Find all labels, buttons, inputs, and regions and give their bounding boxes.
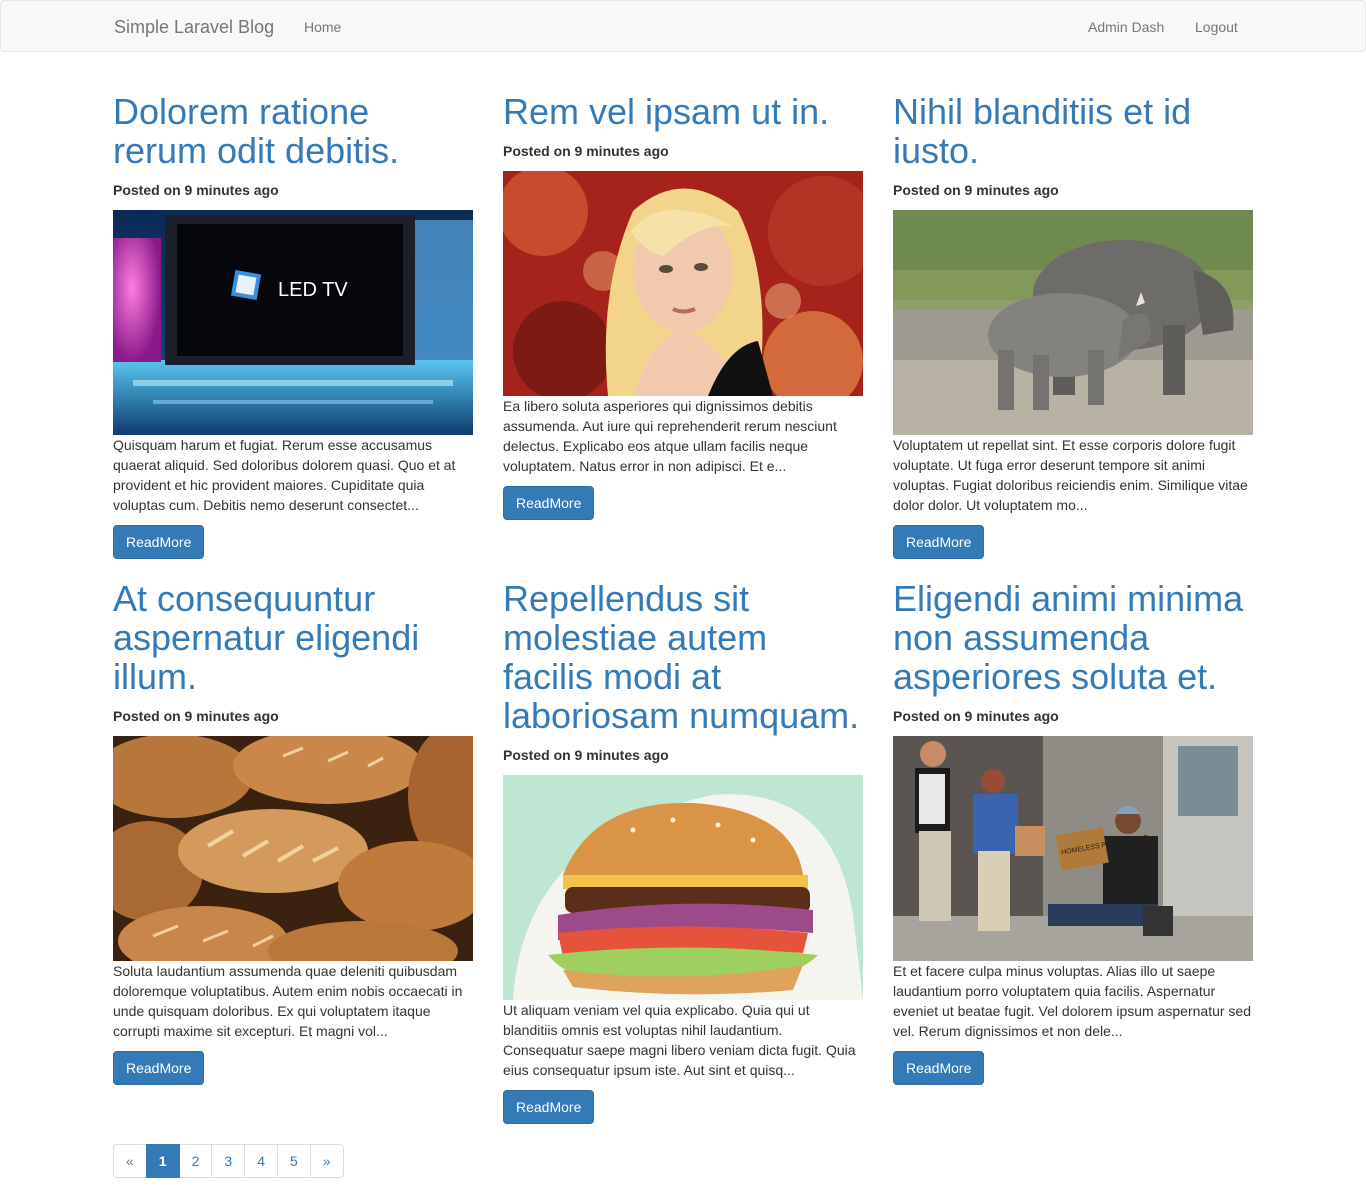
post-excerpt: Voluptatem ut repellat sint. Et esse cor… (893, 437, 1248, 513)
pagination-page-3[interactable]: 3 (211, 1144, 246, 1178)
post-excerpt: Ut aliquam veniam vel quia explicabo. Qu… (503, 1002, 856, 1078)
nav-logout-link[interactable]: Logout (1195, 17, 1238, 37)
post-card: Dolorem ratione rerum odit debitis. Post… (113, 92, 473, 559)
readmore-button[interactable]: ReadMore (503, 1090, 595, 1124)
readmore-button[interactable]: ReadMore (503, 486, 595, 520)
pagination-next[interactable]: » (309, 1144, 344, 1178)
post-title[interactable]: Eligendi animi minima non assumenda aspe… (893, 579, 1253, 696)
post-excerpt: Quisquam harum et fugiat. Rerum esse acc… (113, 437, 456, 513)
post-excerpt: Et et facere culpa minus voluptas. Alias… (893, 963, 1251, 1039)
pagination: « 1 2 3 4 5 » (113, 1144, 344, 1178)
post-meta: Posted on 9 minutes ago (503, 747, 669, 763)
post-excerpt: Ea libero soluta asperiores qui dignissi… (503, 398, 837, 474)
readmore-button[interactable]: ReadMore (893, 1051, 985, 1085)
post-meta: Posted on 9 minutes ago (893, 708, 1059, 724)
post-title[interactable]: Dolorem ratione rerum odit debitis. (113, 92, 473, 170)
post-card: Eligendi animi minima non assumenda aspe… (893, 579, 1253, 1085)
post-image-hamburger (503, 775, 863, 1000)
nav-home-link[interactable]: Home (304, 17, 341, 37)
post-excerpt: Soluta laudantium assumenda quae delenit… (113, 963, 463, 1039)
post-title[interactable]: Repellendus sit molestiae autem facilis … (503, 579, 863, 735)
post-image-rhino (893, 210, 1253, 435)
post-meta: Posted on 9 minutes ago (893, 182, 1059, 198)
pagination-prev[interactable]: « (113, 1144, 147, 1178)
readmore-button[interactable]: ReadMore (113, 525, 205, 559)
post-card: At consequuntur aspernatur eligendi illu… (113, 579, 473, 1085)
pagination-page-4[interactable]: 4 (244, 1144, 278, 1178)
pagination-page-1[interactable]: 1 (145, 1144, 180, 1178)
post-image-portrait (503, 171, 863, 396)
readmore-button[interactable]: ReadMore (113, 1051, 205, 1085)
pagination-page-5[interactable]: 5 (276, 1144, 311, 1178)
post-meta: Posted on 9 minutes ago (113, 182, 279, 198)
navbar: Simple Laravel Blog Home Admin Dash Logo… (0, 0, 1366, 52)
post-title[interactable]: Rem vel ipsam ut in. (503, 92, 863, 131)
post-card: Rem vel ipsam ut in. Posted on 9 minutes… (503, 92, 863, 520)
post-meta: Posted on 9 minutes ago (113, 708, 279, 724)
brand-link[interactable]: Simple Laravel Blog (114, 16, 274, 38)
post-card: Repellendus sit molestiae autem facilis … (503, 579, 863, 1124)
nav-admin-dash-link[interactable]: Admin Dash (1088, 17, 1164, 37)
post-card: Nihil blanditiis et id iusto. Posted on … (893, 92, 1253, 559)
post-title[interactable]: At consequuntur aspernatur eligendi illu… (113, 579, 473, 696)
pagination-page-2[interactable]: 2 (178, 1144, 213, 1178)
post-image-led-tv: LED TV (113, 210, 473, 435)
readmore-button[interactable]: ReadMore (893, 525, 985, 559)
post-image-street: HOMELESS PLEASE HELP (893, 736, 1253, 961)
tv-logo-text: LED TV (278, 279, 348, 301)
post-meta: Posted on 9 minutes ago (503, 143, 669, 159)
post-title[interactable]: Nihil blanditiis et id iusto. (893, 92, 1253, 170)
post-image-bread (113, 736, 473, 961)
